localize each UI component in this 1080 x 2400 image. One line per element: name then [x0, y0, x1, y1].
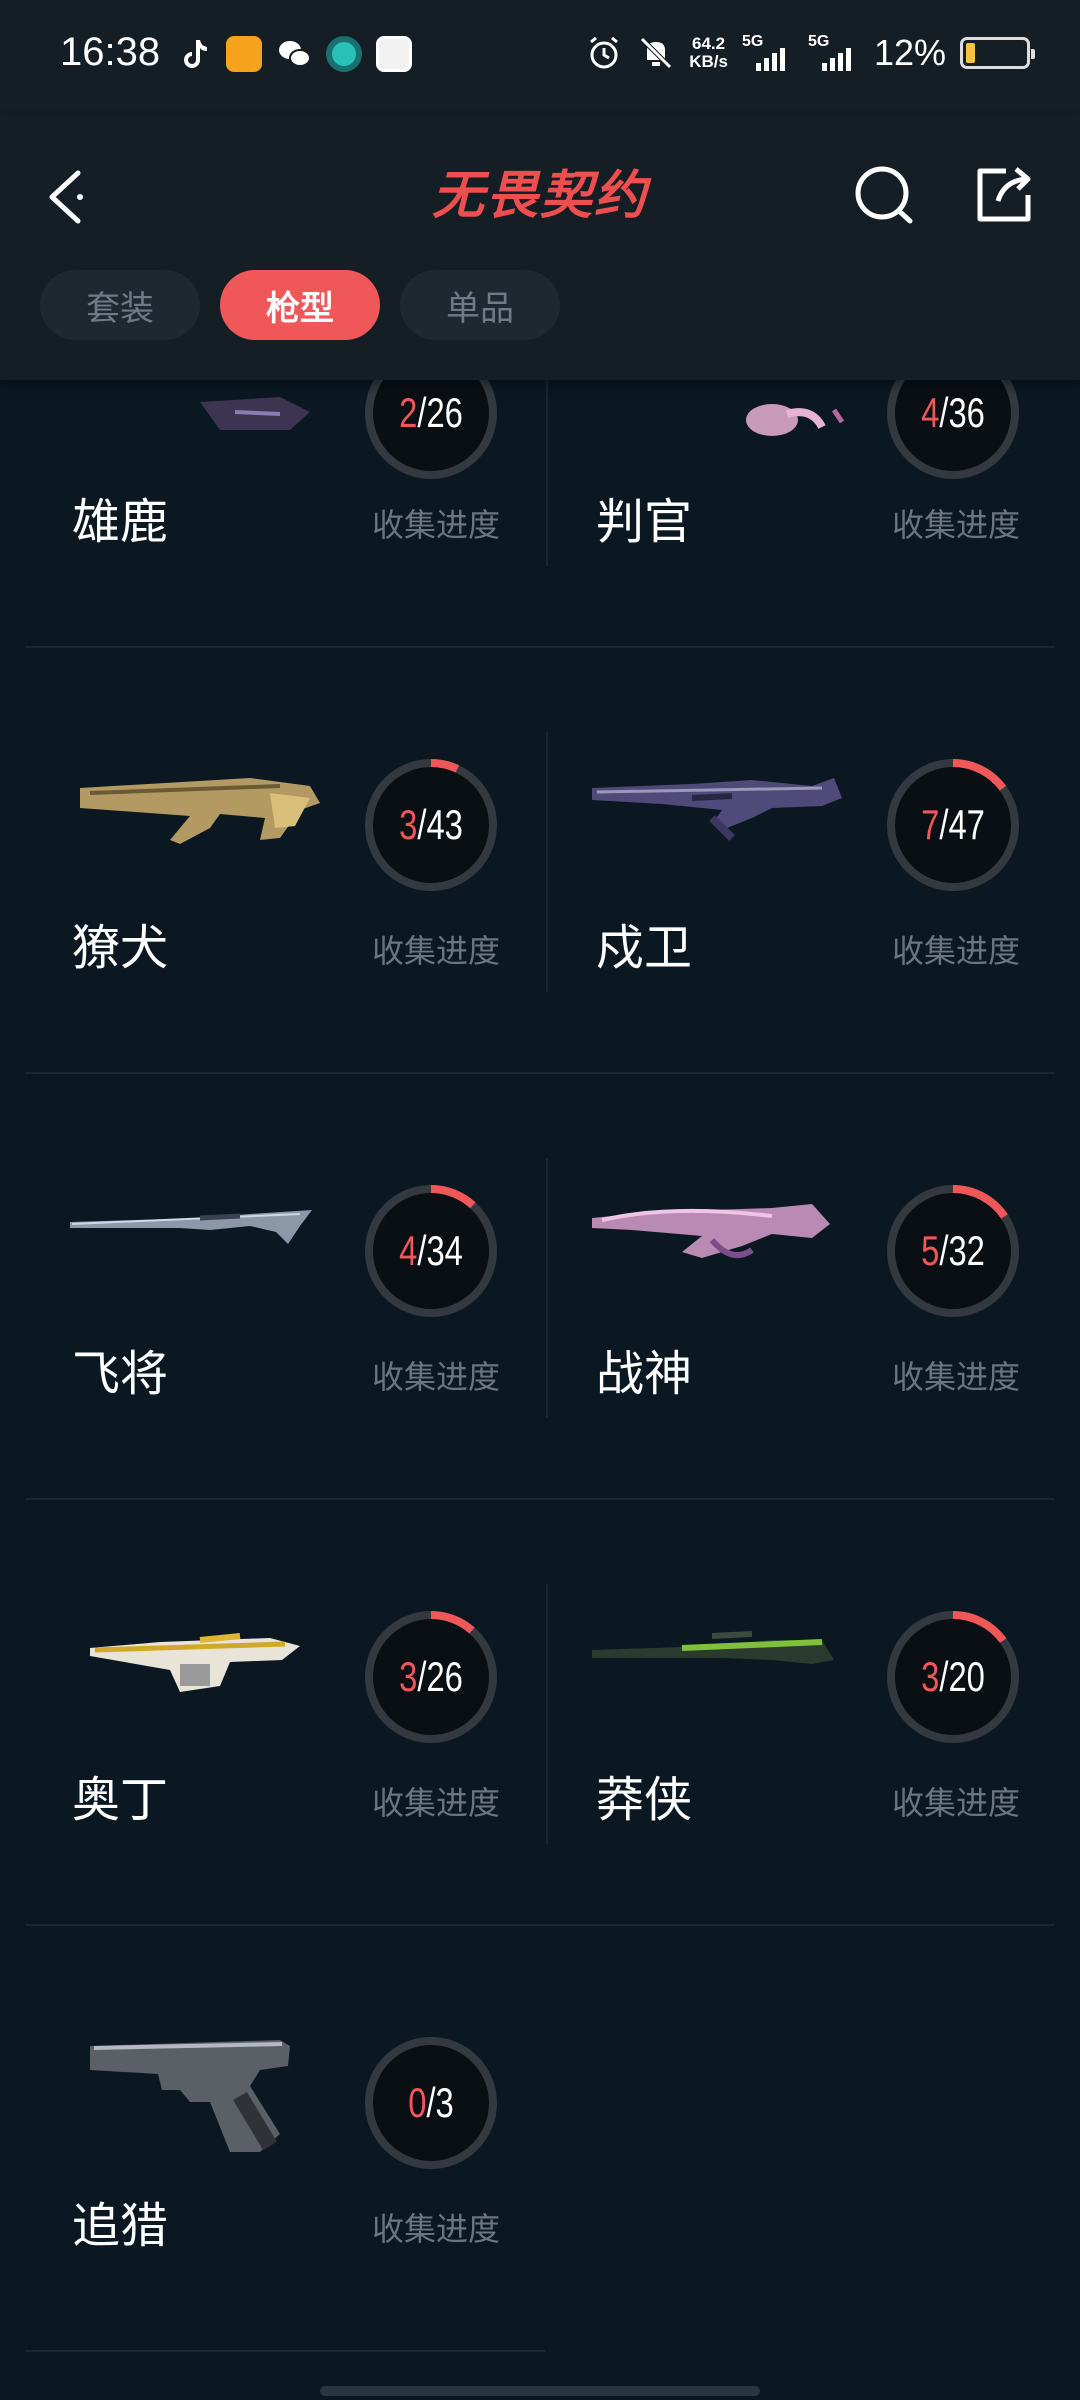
total-count: 20 [948, 1653, 985, 1700]
progress-count: 3/26 [399, 1653, 463, 1700]
collected-count: 7 [921, 801, 940, 848]
weapon-card[interactable]: 0/3 追猎 收集进度 [0, 1926, 520, 2352]
status-bar: 16:38 64.2 KB/s 5G 5G 12% [0, 0, 1080, 115]
status-time: 16:38 [60, 30, 161, 74]
weapon-image [70, 1210, 312, 1244]
weapon-name: 追猎 [72, 2200, 169, 2253]
weapon-card[interactable]: 3/26 奥丁 收集进度 [0, 1500, 520, 1926]
camera-app-icon [326, 36, 362, 72]
weapon-card[interactable]: 3/43 獠犬 收集进度 [0, 648, 520, 1074]
progress-label: 收集进度 [372, 507, 501, 543]
progress-label: 收集进度 [892, 507, 1021, 543]
total-count: 26 [426, 389, 463, 436]
progress-count: 3/20 [921, 1653, 985, 1700]
share-icon[interactable] [968, 155, 1038, 235]
progress-count: 4/34 [399, 1227, 463, 1274]
weapon-name: 雄鹿 [72, 496, 169, 549]
collected-count: 4 [399, 1227, 418, 1274]
weapon-image [90, 1633, 300, 1692]
weapon-name: 獠犬 [72, 922, 169, 975]
app-header: 无畏契约 套装 枪型 单品 [0, 115, 1080, 380]
weapon-card[interactable]: 5/32 战神 收集进度 [522, 1074, 1042, 1500]
progress-label: 收集进度 [892, 933, 1021, 969]
collected-count: 0 [408, 2079, 427, 2126]
weapon-card[interactable]: 7/47 戍卫 收集进度 [522, 648, 1042, 1074]
total-count: 36 [948, 389, 985, 436]
progress-label: 收集进度 [372, 933, 501, 969]
signal-5g-2: 5G [808, 33, 860, 73]
weapon-image [592, 1631, 834, 1664]
progress-count: 5/32 [921, 1227, 985, 1274]
search-icon[interactable] [850, 155, 920, 235]
weapon-image [80, 778, 320, 844]
collected-count: 2 [399, 389, 418, 436]
collected-count: 3 [399, 801, 418, 848]
total-count: 32 [948, 1227, 985, 1274]
collected-count: 5 [921, 1227, 940, 1274]
weapon-name: 戍卫 [596, 922, 693, 975]
weapon-image [592, 778, 842, 841]
battery-icon [960, 37, 1035, 69]
progress-label: 收集进度 [372, 1359, 501, 1395]
alarm-icon [590, 36, 619, 69]
avatar-app-icon [376, 36, 412, 72]
total-count: 47 [948, 801, 985, 848]
weapon-name: 判官 [596, 496, 693, 549]
total-count: 43 [426, 801, 463, 848]
total-count: 26 [426, 1653, 463, 1700]
weapon-image [90, 2040, 290, 2152]
total-count: 34 [426, 1227, 463, 1274]
weapon-name: 战神 [596, 1348, 693, 1401]
progress-label: 收集进度 [892, 1785, 1021, 1821]
weapon-name: 莽侠 [596, 1774, 693, 1827]
progress-label: 收集进度 [372, 1785, 501, 1821]
collected-count: 3 [921, 1653, 940, 1700]
wechat-icon [279, 41, 311, 67]
progress-label: 收集进度 [892, 1359, 1021, 1395]
weapon-name: 奥丁 [72, 1774, 169, 1827]
network-speed: 64.2 KB/s [689, 34, 728, 71]
progress-count: 7/47 [921, 801, 985, 848]
category-tabs: 套装 枪型 单品 [40, 270, 560, 340]
orange-app-icon [226, 36, 262, 72]
weapon-card[interactable]: 4/34 飞将 收集进度 [0, 1074, 520, 1500]
notification-icons [176, 36, 412, 72]
weapon-card[interactable]: 3/20 莽侠 收集进度 [522, 1500, 1042, 1926]
total-count: 3 [435, 2079, 454, 2126]
status-right: 64.2 KB/s 5G 5G 12% [585, 32, 1035, 74]
collected-count: 3 [399, 1653, 418, 1700]
progress-count: 3/43 [399, 801, 463, 848]
progress-label: 收集进度 [372, 2211, 501, 2247]
battery-percent: 12% [873, 32, 946, 73]
weapon-name: 飞将 [72, 1348, 169, 1401]
tab-suits[interactable]: 套装 [40, 270, 200, 340]
progress-count: 0/3 [408, 2079, 454, 2126]
weapon-image [592, 1204, 830, 1259]
tab-gun-types[interactable]: 枪型 [220, 270, 380, 340]
home-indicator[interactable] [320, 2386, 760, 2396]
tab-items[interactable]: 单品 [400, 270, 560, 340]
mute-icon [640, 37, 672, 69]
tiktok-icon [184, 40, 207, 68]
signal-5g-1: 5G [742, 33, 794, 73]
collected-count: 4 [921, 389, 940, 436]
